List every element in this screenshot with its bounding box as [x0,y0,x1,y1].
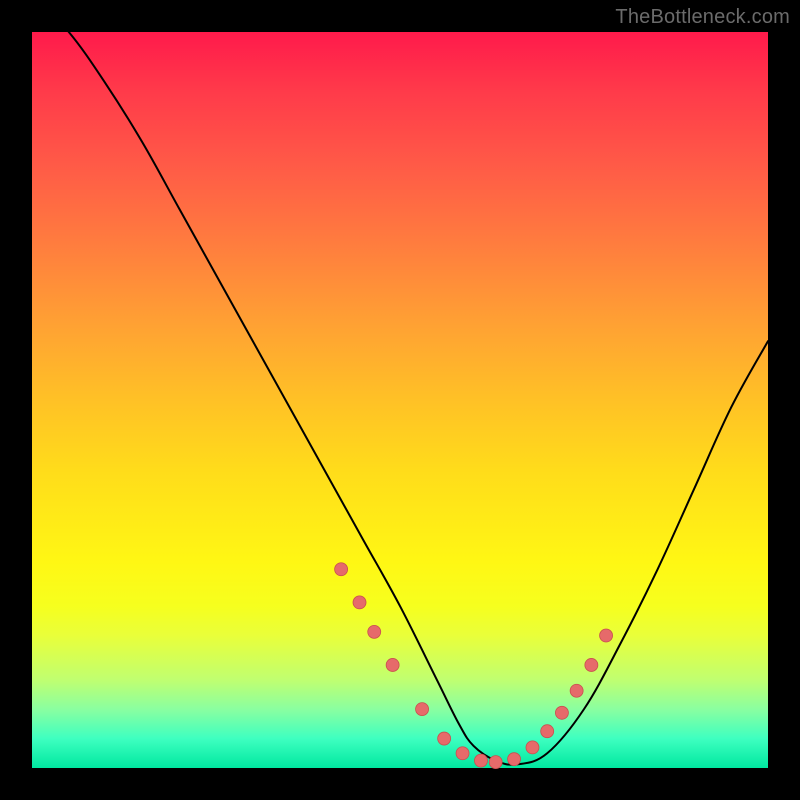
marker-dot [541,725,554,738]
curve-overlay [32,32,768,768]
marker-dot [570,684,583,697]
marker-dot [585,658,598,671]
marker-dot [386,658,399,671]
attribution-text: TheBottleneck.com [615,6,790,29]
marker-dot [489,756,502,769]
marker-dot [368,625,381,638]
marker-dot [526,741,539,754]
marker-dot [600,629,613,642]
profile-curve [32,0,768,765]
marker-dot [416,703,429,716]
marker-dot [508,753,521,766]
marker-dot [438,732,451,745]
marker-dot [555,706,568,719]
marker-dot [335,563,348,576]
marker-dot [456,747,469,760]
marker-dot [474,754,487,767]
marker-dot [353,596,366,609]
chart-stage: TheBottleneck.com [0,0,800,800]
marker-dots [335,563,613,769]
plot-area [32,32,768,768]
